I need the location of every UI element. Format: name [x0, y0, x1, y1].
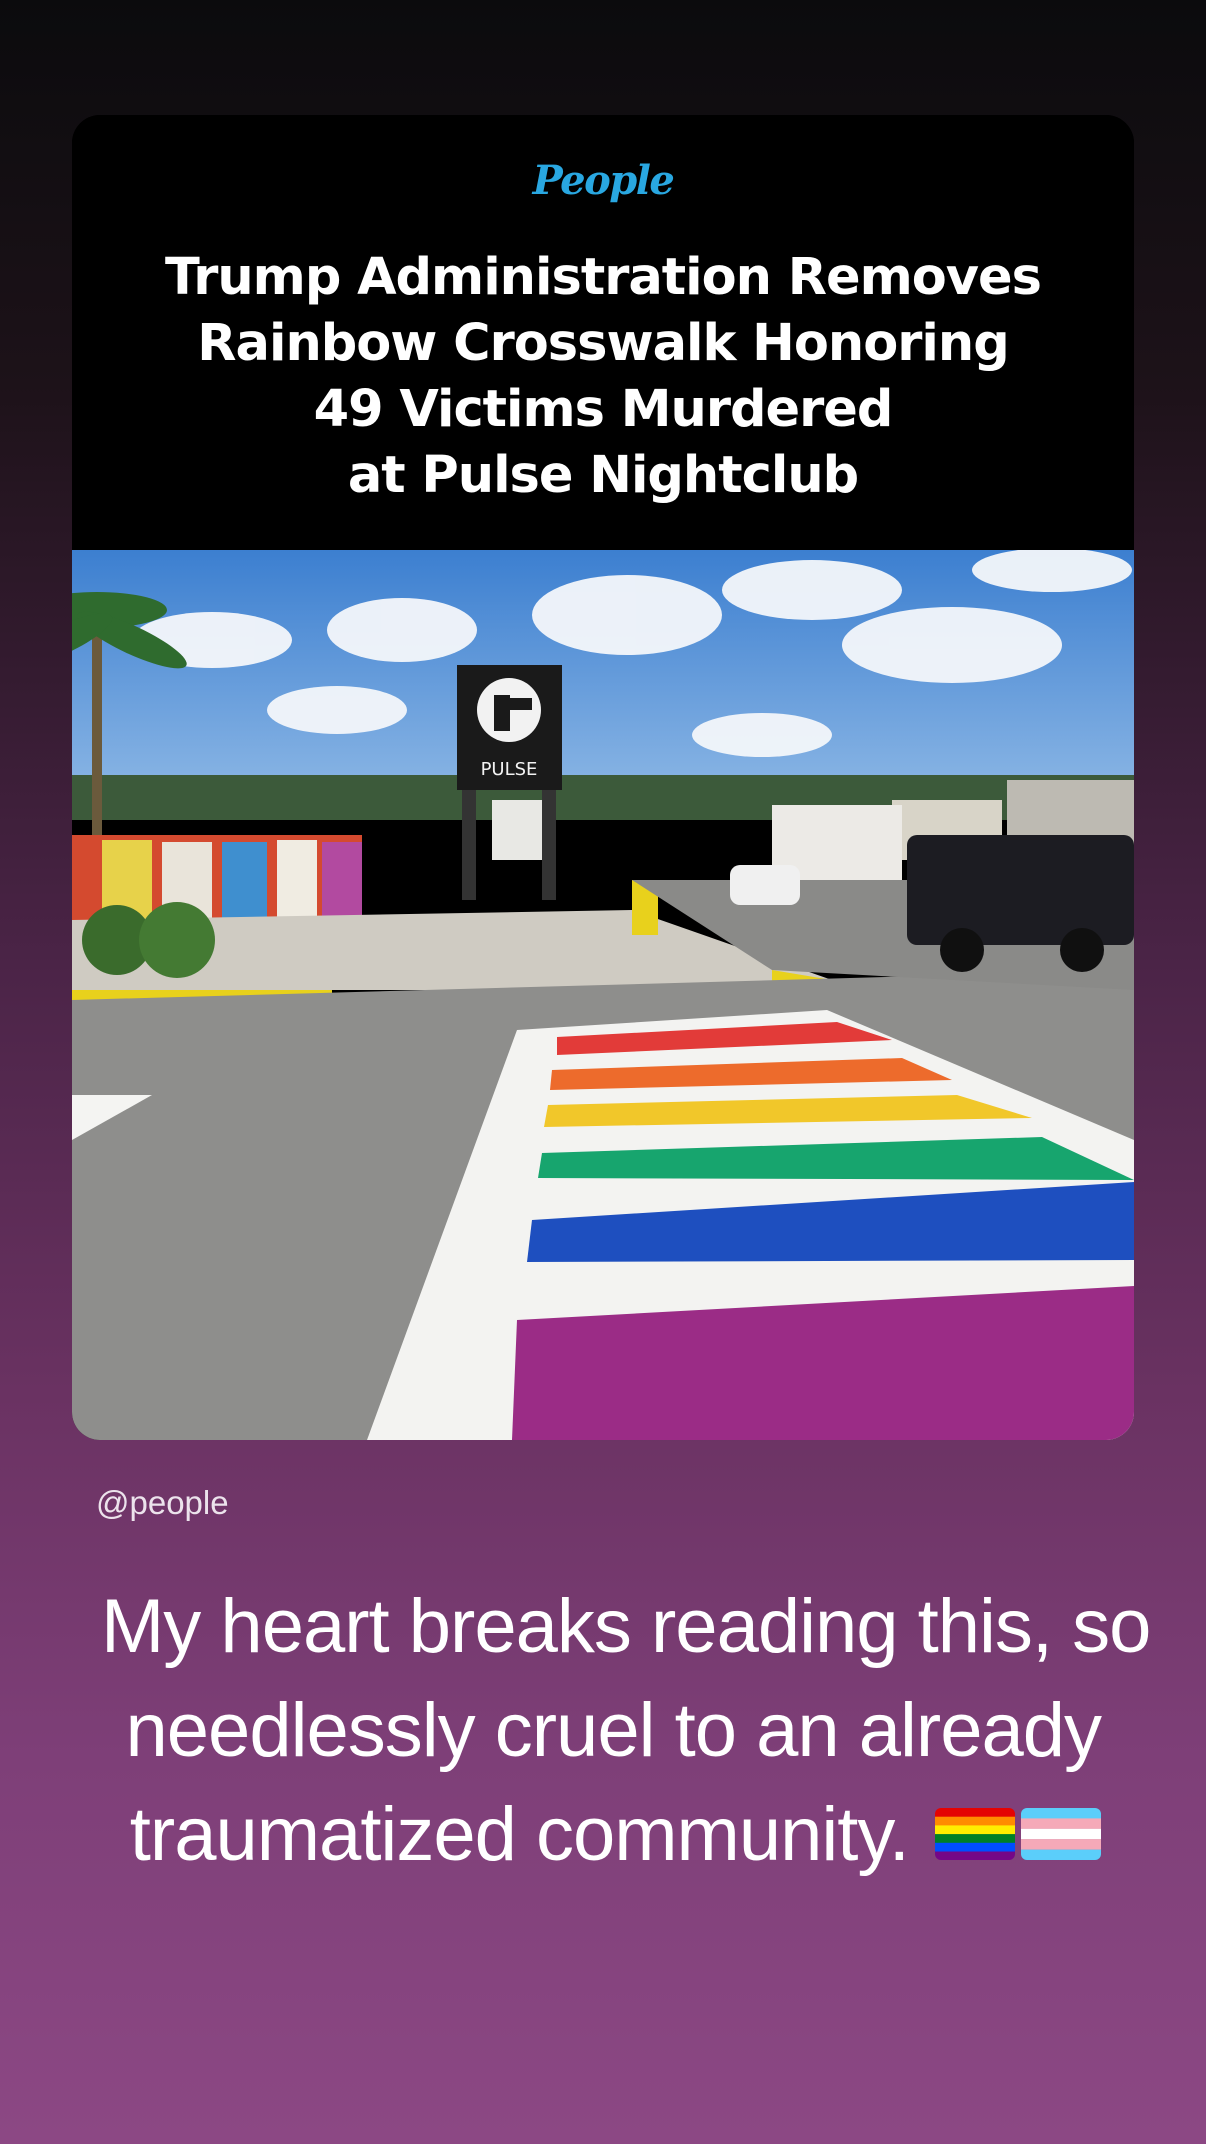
post-header: People Trump Administration Removes Rain…: [72, 115, 1134, 550]
headline-line: Trump Administration Removes: [165, 248, 1042, 307]
post-handle[interactable]: @people: [96, 1484, 229, 1522]
shared-post-card[interactable]: People Trump Administration Removes Rain…: [72, 115, 1134, 1440]
caption-text: traumatized community.: [129, 1792, 910, 1877]
rainbow-flag-icon: [935, 1807, 1015, 1860]
post-headline: Trump Administration Removes Rainbow Cro…: [112, 245, 1094, 509]
crosswalk-photo: PULSE: [72, 550, 1134, 1440]
caption-line-last: traumatized community.: [101, 1783, 1101, 1887]
headline-line: 49 Victims Murdered: [313, 380, 894, 439]
story-view: People Trump Administration Removes Rain…: [0, 0, 1206, 2144]
pulse-sign-label: PULSE: [481, 759, 538, 780]
headline-line: Rainbow Crosswalk Honoring: [197, 314, 1009, 373]
caption-line: needlessly cruel to an already: [125, 1688, 1102, 1773]
story-caption: My heart breaks reading this, so needles…: [101, 1575, 1151, 1887]
publisher-logo: People: [532, 157, 675, 204]
transgender-flag-icon: [1021, 1807, 1101, 1860]
caption-line: My heart breaks reading this, so: [101, 1584, 1151, 1669]
headline-line: at Pulse Nightclub: [347, 446, 859, 505]
